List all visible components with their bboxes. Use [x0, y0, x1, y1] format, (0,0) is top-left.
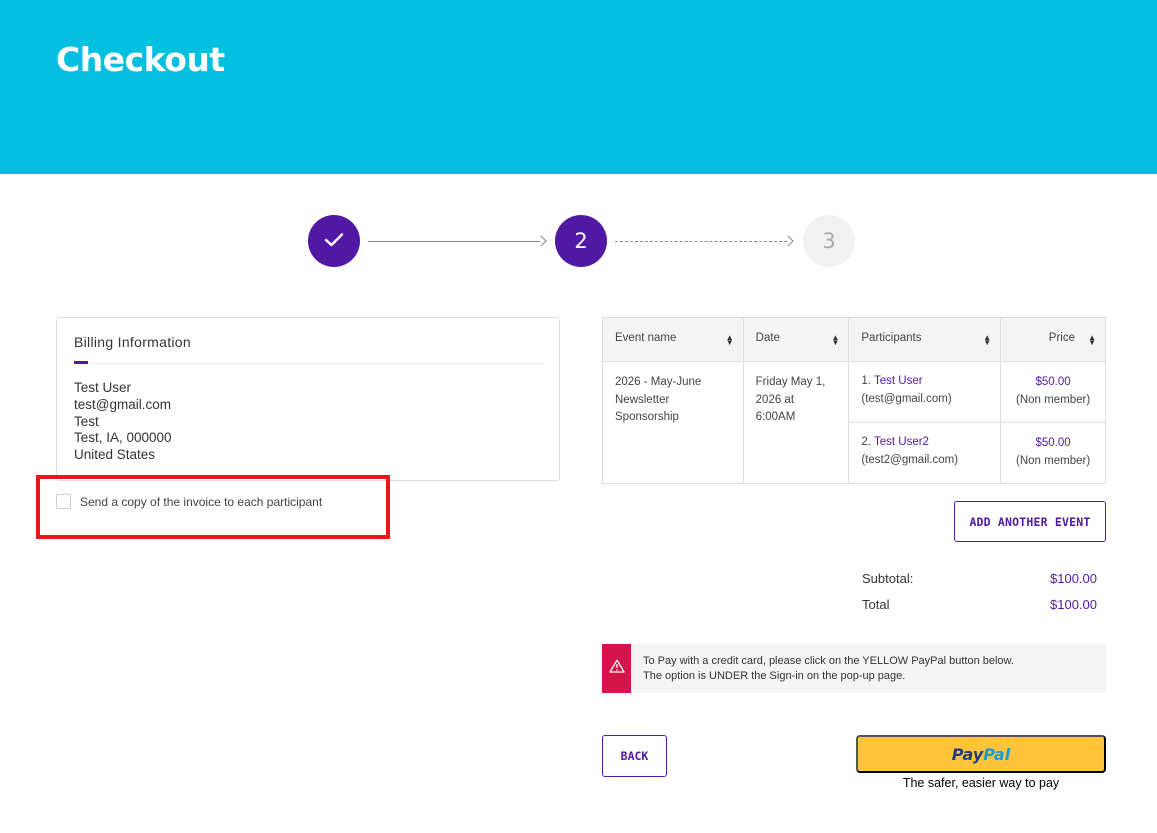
chevron-right-icon — [782, 235, 794, 247]
heading-accent — [74, 361, 88, 364]
subtotal-label: Subtotal: — [862, 571, 914, 586]
billing-email: test@gmail.com — [74, 396, 171, 412]
add-another-event-button[interactable]: ADD ANOTHER EVENT — [954, 501, 1106, 542]
col-event-name[interactable]: Event name ▲ ▼ — [602, 317, 744, 362]
divider — [92, 363, 545, 364]
event-date-cell: Friday May 1, 2026 at 6:00AM — [742, 361, 850, 484]
subtotal-value: $100.00 — [1050, 571, 1097, 586]
billing-company: Test — [74, 413, 99, 429]
notice-bar — [602, 644, 631, 693]
participant-email: (test2@gmail.com) — [861, 453, 959, 466]
step-1-complete — [308, 215, 360, 267]
checkmark-icon — [324, 229, 344, 253]
participant-cell: 2. Test User2 (test2@gmail.com) — [848, 422, 1002, 484]
billing-city: Test, IA, 000000 — [74, 430, 172, 446]
chevron-right-icon — [535, 235, 547, 247]
participant-name[interactable]: Test User2 — [874, 436, 929, 448]
billing-name: Test User — [74, 380, 132, 395]
event-name-cell: 2026 - May-June Newsletter Sponsorship — [602, 361, 744, 484]
billing-heading: Billing Information — [74, 334, 191, 350]
billing-card: Billing Information Test User test@gmail… — [56, 317, 560, 481]
billing-country: United States — [74, 447, 156, 463]
sort-icon: ▲ ▼ — [983, 333, 992, 347]
total-value: $100.00 — [1050, 597, 1097, 612]
notice-text: To Pay with a credit card, please click … — [643, 655, 1014, 682]
highlight-box — [36, 475, 390, 539]
payment-notice: To Pay with a credit card, please click … — [602, 644, 1106, 693]
order-table: Event name ▲ ▼ Date ▲ ▼ Participants ▲ ▼ Price… — [602, 317, 1106, 484]
back-button[interactable]: BACK — [602, 735, 667, 777]
participant-price: $50.00 — [1035, 376, 1071, 388]
price-cell: $50.00 (Non member) — [1000, 361, 1106, 423]
participant-name[interactable]: Test User — [874, 375, 923, 387]
sort-icon: ▲ ▼ — [725, 333, 734, 347]
page-header: Checkout — [0, 0, 1157, 174]
page-title: Checkout — [56, 40, 225, 79]
sort-icon: ▲ ▼ — [1088, 333, 1096, 347]
sort-icon: ▲ ▼ — [831, 333, 840, 347]
paypal-logo-pay: Pay — [951, 744, 984, 764]
col-date[interactable]: Date ▲ ▼ — [742, 317, 850, 362]
paypal-logo-pal: Pal — [983, 744, 1011, 764]
step-2-active: 2 — [555, 215, 607, 267]
col-participants[interactable]: Participants ▲ ▼ — [848, 317, 1002, 362]
table-header-row: Event name ▲ ▼ Date ▲ ▼ Participants ▲ ▼ Price… — [602, 317, 1106, 362]
total-label: Total — [862, 597, 890, 612]
participant-price: $50.00 — [1035, 437, 1071, 449]
col-price[interactable]: Price ▲ ▼ — [1000, 317, 1106, 362]
step-connector-2 — [615, 241, 787, 242]
participant-tier: (Non member) — [1016, 454, 1091, 467]
paypal-tagline: The safer, easier way to pay — [902, 776, 1060, 790]
step-3-pending: 3 — [803, 215, 855, 267]
step-connector-1 — [368, 241, 540, 242]
price-cell: $50.00 (Non member) — [1000, 422, 1106, 484]
participant-email: (test@gmail.com) — [861, 392, 952, 405]
participant-cell: 1. Test User (test@gmail.com) — [848, 361, 1002, 423]
warning-icon — [608, 659, 625, 678]
participant-tier: (Non member) — [1016, 393, 1091, 406]
paypal-button[interactable]: Pay Pal — [856, 735, 1106, 773]
table-row: 2026 - May-June Newsletter Sponsorship F… — [602, 361, 1106, 484]
billing-address: Test User test@gmail.com Test Test, IA, … — [74, 380, 172, 464]
